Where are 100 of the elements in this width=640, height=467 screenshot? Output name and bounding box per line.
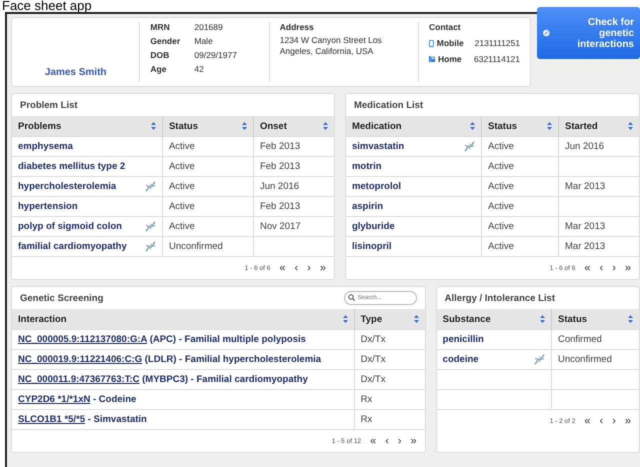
medication-link[interactable]: aspirin bbox=[352, 201, 384, 212]
column-header[interactable]: Type bbox=[354, 309, 425, 330]
table-cell: Feb 2013 bbox=[253, 136, 334, 156]
column-header[interactable]: Problems bbox=[12, 116, 162, 136]
interaction-text: SLCO1B1 *5/*5 - Simvastatin bbox=[18, 414, 147, 425]
substance-link[interactable]: codeine bbox=[442, 354, 479, 365]
table-cell: Rx bbox=[354, 390, 425, 410]
table-cell: Feb 2013 bbox=[253, 196, 334, 216]
table-cell: Nov 2017 bbox=[253, 216, 334, 236]
column-header[interactable]: Medication bbox=[346, 116, 482, 136]
sort-icon[interactable] bbox=[547, 122, 552, 130]
table-cell: Active bbox=[162, 156, 254, 176]
pagination-button[interactable]: › bbox=[612, 415, 616, 427]
dna-icon bbox=[464, 141, 475, 152]
sort-icon[interactable] bbox=[470, 122, 475, 130]
variant-link[interactable]: NC_000019.9:11221406:C:G bbox=[18, 354, 142, 365]
field-label: DOB bbox=[150, 50, 170, 60]
problem-link[interactable]: hypertension bbox=[18, 201, 78, 212]
variant-link[interactable]: CYP2D6 *1/*1xN bbox=[18, 394, 90, 405]
table-cell: Unconfirmed bbox=[552, 350, 639, 370]
phone-label: Mobile bbox=[436, 38, 465, 48]
table-cell: Active bbox=[162, 216, 254, 236]
table-cell: Jun 2016 bbox=[558, 136, 639, 156]
phone-label: Home bbox=[438, 54, 463, 64]
table-cell: Active bbox=[162, 196, 254, 216]
interaction-text: NC_000011.9:47367763:T:C (MYBPC3) - Familial cardiomyopathy bbox=[18, 374, 308, 385]
address-text: 1234 W Canyon Street Los Angeles, California, USA bbox=[280, 35, 383, 56]
app-title: Face sheet app bbox=[1, 0, 93, 12]
pagination-button[interactable]: « bbox=[370, 435, 376, 447]
table-cell: Active bbox=[162, 176, 254, 196]
table-cell: Dx/Tx bbox=[354, 330, 425, 350]
variant-link[interactable]: NC_000005.9:112137080:G:A bbox=[18, 334, 148, 345]
field-value: 201689 bbox=[194, 22, 224, 32]
table-cell: Active bbox=[482, 156, 558, 176]
column-header[interactable]: Onset bbox=[253, 116, 334, 136]
pagination-button[interactable]: « bbox=[584, 262, 591, 274]
medication-link[interactable]: glyburide bbox=[352, 221, 395, 232]
table-cell: Dx/Tx bbox=[354, 350, 425, 370]
sort-icon[interactable] bbox=[322, 122, 328, 130]
dna-icon bbox=[534, 354, 545, 365]
interaction-text: CYP2D6 *1/*1xN - Codeine bbox=[18, 394, 136, 405]
table-cell: Jun 2016 bbox=[253, 176, 334, 196]
field-value: 42 bbox=[194, 64, 205, 74]
mobile-phone-icon bbox=[429, 38, 434, 48]
medication-link[interactable]: metoprolol bbox=[352, 181, 402, 192]
column-header[interactable]: Status bbox=[482, 116, 558, 136]
pagination-button[interactable]: › bbox=[398, 435, 402, 447]
table-cell: Rx bbox=[354, 410, 425, 429]
problem-link[interactable]: polyp of sigmoid colon bbox=[18, 221, 122, 232]
pagination-button[interactable]: » bbox=[624, 262, 631, 274]
variant-link[interactable]: SLCO1B1 *5/*5 bbox=[18, 414, 86, 425]
interaction-text: NC_000019.9:11221406:C:G (LDLR) - Familial hypercholesterolemia bbox=[18, 354, 322, 365]
sort-icon[interactable] bbox=[242, 122, 247, 130]
sort-icon[interactable] bbox=[150, 122, 156, 130]
table-cell: Mar 2013 bbox=[558, 176, 639, 196]
substance-link[interactable]: penicillin bbox=[442, 334, 484, 345]
pagination-button[interactable]: » bbox=[410, 435, 417, 447]
table-cell: Dx/Tx bbox=[354, 370, 425, 390]
sort-icon[interactable] bbox=[540, 315, 545, 323]
medication-link[interactable]: lisinopril bbox=[352, 241, 392, 252]
pagination-button[interactable]: « bbox=[584, 415, 591, 427]
contact-label: Contact bbox=[429, 22, 462, 32]
problem-link[interactable]: diabetes mellitus type 2 bbox=[18, 161, 126, 172]
field-value: 09/29/1977 bbox=[194, 50, 238, 60]
sort-icon[interactable] bbox=[628, 315, 633, 323]
column-header[interactable]: Started bbox=[558, 116, 639, 136]
pagination-button[interactable]: « bbox=[279, 262, 286, 274]
medication-link[interactable]: simvastatin bbox=[352, 141, 404, 152]
sort-icon[interactable] bbox=[628, 122, 633, 130]
check-genetic-interactions-button[interactable]: Check for genetic interactions bbox=[537, 7, 640, 59]
column-header[interactable]: Status bbox=[552, 309, 639, 330]
pagination-button[interactable]: › bbox=[612, 262, 616, 274]
variant-link[interactable]: NC_000011.9:47367763:T:C bbox=[18, 374, 140, 385]
table-cell: Active bbox=[482, 136, 558, 156]
column-header[interactable]: Status bbox=[162, 116, 254, 136]
pagination-button[interactable]: ‹ bbox=[600, 262, 604, 274]
pagination-button[interactable]: » bbox=[320, 262, 326, 274]
column-header[interactable]: Interaction bbox=[12, 309, 354, 330]
problem-link[interactable]: familial cardiomyopathy bbox=[18, 241, 127, 252]
pagination-button[interactable]: » bbox=[624, 415, 631, 427]
phone-number: 6321114121 bbox=[474, 54, 520, 64]
pagination-button[interactable]: › bbox=[307, 262, 311, 274]
sort-icon[interactable] bbox=[414, 315, 419, 323]
problem-link[interactable]: emphysema bbox=[18, 141, 73, 152]
medication-link[interactable]: motrin bbox=[352, 161, 382, 172]
pagination-button[interactable]: ‹ bbox=[600, 415, 604, 427]
table-cell: Active bbox=[162, 136, 254, 156]
problem-link[interactable]: hypercholesterolemia bbox=[18, 181, 116, 192]
desk-phone-icon bbox=[429, 55, 435, 63]
table-cell: Confirmed bbox=[552, 330, 639, 350]
panel-title: Genetic Screening bbox=[20, 292, 104, 304]
table-cell: Mar 2013 bbox=[558, 216, 639, 236]
pagination-button[interactable]: ‹ bbox=[385, 435, 389, 447]
column-header[interactable]: Substance bbox=[436, 309, 552, 330]
field-value: Male bbox=[194, 36, 214, 46]
sort-icon[interactable] bbox=[342, 315, 348, 323]
table-cell: Active bbox=[482, 196, 558, 216]
table-cell: Active bbox=[482, 176, 558, 196]
dna-icon bbox=[144, 241, 156, 252]
pagination-button[interactable]: ‹ bbox=[294, 262, 298, 274]
